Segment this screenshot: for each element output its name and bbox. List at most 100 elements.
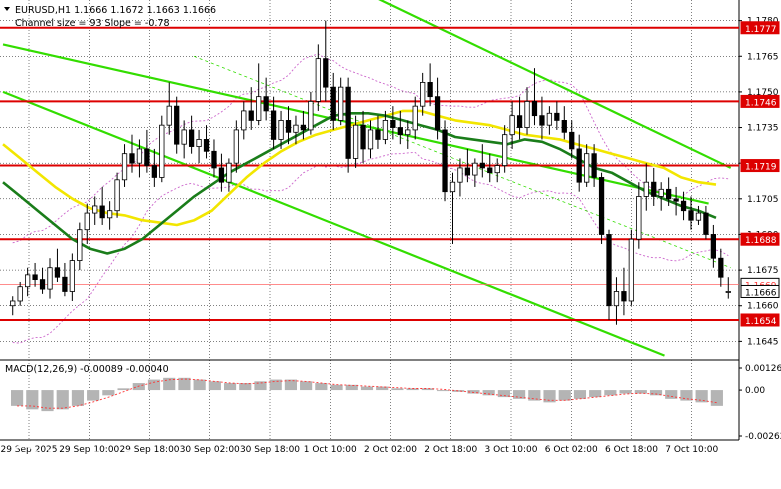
macd-histogram-bar bbox=[11, 390, 24, 406]
candle-body-bear bbox=[666, 188, 672, 200]
macd-histogram-bar bbox=[300, 381, 313, 391]
candle-body-bull bbox=[472, 162, 478, 176]
time-tick-label: 2 Oct 02:00 bbox=[364, 445, 417, 455]
price-tick-label: 1.1735 bbox=[747, 124, 779, 134]
candle-body-bull bbox=[502, 134, 508, 166]
candle-body-bull bbox=[92, 205, 98, 214]
candle-body-bull bbox=[352, 124, 359, 159]
watermark-tagline: Instant Forex Trading bbox=[47, 477, 168, 488]
last-price-tag: 1.1666 bbox=[740, 284, 780, 298]
candle-body-bear bbox=[442, 129, 448, 193]
candle-body-bull bbox=[405, 129, 411, 136]
candle-body-bull bbox=[17, 286, 23, 302]
candle-body-bull bbox=[628, 238, 635, 302]
macd-histogram-bar bbox=[223, 383, 237, 391]
candle-body-bear bbox=[427, 82, 433, 98]
level-tag: 1.1777 bbox=[740, 21, 780, 35]
price-tick-label: 1.1765 bbox=[747, 52, 779, 62]
candle-body-bear bbox=[434, 96, 441, 131]
level-tag: 1.1746 bbox=[740, 94, 780, 108]
macd-histogram-bar bbox=[558, 390, 571, 401]
macd-histogram-bar bbox=[284, 379, 297, 391]
candle-body-bull bbox=[494, 165, 500, 174]
candle-body-bull bbox=[308, 101, 314, 131]
time-tick-label: 30 Sep 18:00 bbox=[240, 445, 300, 455]
macd-histogram-bar bbox=[26, 390, 39, 410]
macd-tick-label: 0.00126 bbox=[745, 364, 781, 374]
candle-body-bear bbox=[330, 86, 336, 121]
candle-body-bull bbox=[338, 86, 344, 121]
macd-histogram-bar bbox=[315, 383, 328, 391]
candle-body-bull bbox=[196, 139, 202, 147]
candle-body-bear bbox=[487, 167, 493, 174]
time-tick-label: 3 Oct 10:00 bbox=[485, 445, 538, 455]
price-chart: 1.16451.16601.16751.16901.17051.17201.17… bbox=[0, 0, 781, 489]
level-tag-text: 1.1654 bbox=[745, 317, 777, 327]
candle-body-bull bbox=[420, 82, 426, 107]
candle-body-bear bbox=[248, 110, 254, 121]
candle-body-bear bbox=[591, 153, 597, 178]
candle-body-bull bbox=[725, 291, 731, 293]
candle-body-bull bbox=[166, 105, 172, 126]
candle-body-bear bbox=[129, 153, 135, 164]
candle-body-bear bbox=[688, 210, 694, 221]
candle-body-bear bbox=[561, 120, 567, 133]
candle-body-bear bbox=[263, 96, 269, 112]
macd-histogram-bar bbox=[513, 390, 526, 399]
level-tag-text: 1.1746 bbox=[745, 98, 777, 108]
candle-body-bull bbox=[278, 120, 284, 140]
candle-body-bear bbox=[569, 131, 575, 150]
chart-background bbox=[0, 0, 781, 489]
candle-body-bull bbox=[159, 124, 165, 178]
candle-body-bull bbox=[449, 181, 456, 193]
candle-body-bear bbox=[651, 181, 657, 197]
time-tick-label: 7 Oct 10:00 bbox=[665, 445, 718, 455]
candle-body-bull bbox=[509, 115, 515, 136]
candle-body-bear bbox=[718, 257, 724, 278]
candle-body-bull bbox=[241, 110, 247, 131]
macd-histogram-bar bbox=[436, 390, 450, 392]
macd-histogram-bar bbox=[604, 390, 617, 396]
macd-histogram-bar bbox=[87, 390, 100, 401]
candle-body-bull bbox=[69, 260, 75, 292]
candle-body-bear bbox=[710, 234, 717, 259]
candle-body-bear bbox=[464, 167, 471, 176]
candle-body-bull bbox=[382, 120, 389, 140]
level-tag-text: 1.1719 bbox=[745, 163, 777, 173]
candle-body-bear bbox=[375, 129, 381, 140]
macd-histogram-bar bbox=[710, 390, 723, 406]
candle-body-bull bbox=[10, 300, 16, 307]
macd-histogram-bar bbox=[178, 377, 191, 391]
time-tick-label: 1 Oct 10:00 bbox=[304, 445, 357, 455]
candle-body-bull bbox=[84, 212, 90, 231]
level-tag-text: 1.1688 bbox=[745, 236, 777, 246]
macd-histogram-bar bbox=[573, 390, 587, 399]
macd-histogram-bar bbox=[391, 388, 404, 391]
candle-body-bull bbox=[457, 167, 463, 183]
macd-histogram-bar bbox=[360, 386, 374, 391]
candle-body-bear bbox=[99, 205, 105, 219]
time-tick-label: 6 Oct 02:00 bbox=[545, 445, 598, 455]
candle-body-bear bbox=[360, 124, 366, 150]
candle-body-bull bbox=[121, 153, 128, 181]
macd-histogram-bar bbox=[589, 390, 602, 398]
channel-info: Channel size = 93 Slope = -0.78 bbox=[15, 18, 170, 29]
candle-body-bull bbox=[524, 101, 530, 128]
price-tick-label: 1.1705 bbox=[747, 195, 779, 205]
candle bbox=[442, 120, 448, 202]
candle-body-bull bbox=[233, 129, 239, 164]
candle-body-bear bbox=[285, 120, 292, 133]
candle-body-bear bbox=[32, 274, 38, 280]
candle-body-bear bbox=[218, 167, 225, 183]
macd-histogram-bar bbox=[345, 384, 358, 391]
candle-body-bull bbox=[226, 162, 232, 183]
candle-body-bull bbox=[636, 196, 642, 240]
candle-body-bear bbox=[188, 129, 195, 147]
candle-body-bear bbox=[397, 127, 403, 136]
candle-body-bear bbox=[606, 234, 612, 307]
price-tick-label: 1.1645 bbox=[747, 337, 779, 347]
watermark-brand: instaforex bbox=[46, 446, 201, 477]
level-tag-text: 1.1777 bbox=[745, 25, 777, 35]
candle-body-bear bbox=[516, 115, 523, 128]
candle-body-bear bbox=[554, 112, 560, 121]
